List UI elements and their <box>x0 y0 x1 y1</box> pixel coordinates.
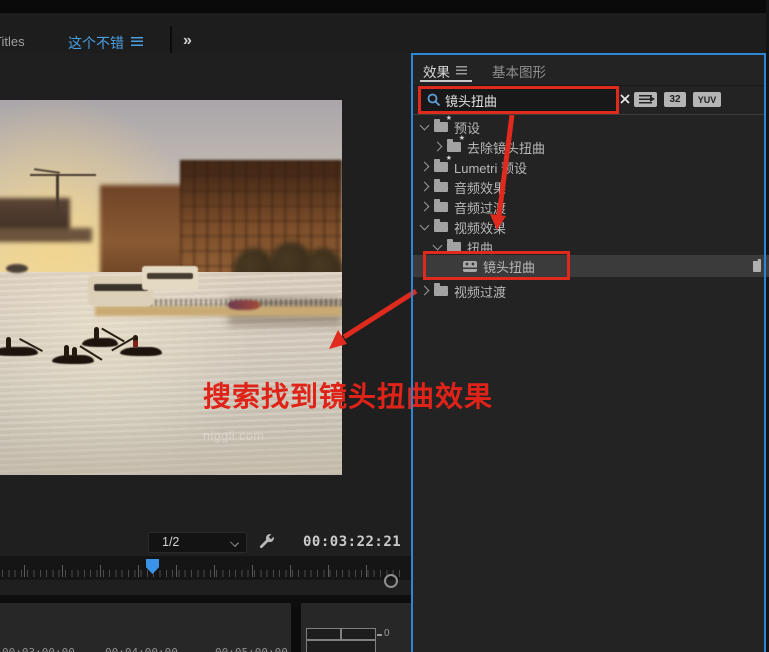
tab-active-sequence[interactable]: 这个不错 <box>68 33 124 53</box>
panel-menu-icon[interactable] <box>131 37 143 46</box>
tree-item-lens-distortion-selected[interactable]: 镜头扭曲 <box>413 255 769 277</box>
settings-wrench-icon[interactable] <box>256 532 278 550</box>
chevron-down-icon[interactable] <box>420 221 430 231</box>
tree-label: 视频过渡 <box>454 282 506 301</box>
window-top-strip <box>0 0 769 13</box>
panel-tab-bar: Titles 这个不错 » <box>0 13 769 56</box>
quay <box>95 306 342 316</box>
panel-menu-icon[interactable] <box>456 66 467 75</box>
tree-item-distort[interactable]: 扭曲 <box>413 237 769 257</box>
tree-label: 音频过渡 <box>454 198 506 217</box>
preset-bin-icon <box>447 142 461 152</box>
chevron-right-icon[interactable] <box>420 202 430 212</box>
gondolier <box>94 327 99 339</box>
meter-tick <box>377 634 382 636</box>
tree-item-remove-lens-distortion[interactable]: 去除镜头扭曲 <box>413 137 769 157</box>
chevron-right-icon[interactable] <box>420 182 430 192</box>
zoom-scroll-handle[interactable] <box>384 574 398 588</box>
timeline-ruler-label: 00:05:00:00 <box>215 646 288 652</box>
passenger <box>72 347 77 356</box>
premiere-window: Titles 这个不错 » <box>0 0 769 652</box>
tree-item-lumetri-presets[interactable]: Lumetri 预设 <box>413 157 769 177</box>
chevron-down-icon[interactable] <box>433 241 443 251</box>
vaporetto-boat <box>142 266 198 290</box>
gondolier <box>6 337 11 349</box>
monitor-timeline-ruler[interactable] <box>0 556 412 580</box>
zoom-level-select[interactable]: 1/2 <box>148 532 247 553</box>
video-preview[interactable]: niggli.com <box>0 100 342 475</box>
chevron-down-icon[interactable] <box>420 121 430 131</box>
left-dock <box>0 228 92 242</box>
crane-icon <box>30 174 96 176</box>
bin-icon <box>434 286 448 296</box>
moored-boat <box>228 300 260 310</box>
chevron-right-icon[interactable] <box>420 286 430 296</box>
program-monitor-panel: niggli.com 1/2 00:03:22:21 <box>0 53 412 600</box>
audio-meter <box>306 628 376 652</box>
tree-label: 预设 <box>454 118 480 137</box>
timeline-panel[interactable]: 00:03:00:00 00:04:00:00 00:05:00:00 <box>0 603 291 652</box>
gondola <box>82 338 118 347</box>
preset-bin-icon <box>434 162 448 172</box>
panel-seam <box>0 595 412 603</box>
active-tab-underline <box>420 80 472 82</box>
clear-search-icon[interactable] <box>620 94 642 112</box>
distant-boat <box>6 264 28 273</box>
timeline-ruler-label: 00:04:00:00 <box>105 646 178 652</box>
tab-essential-graphics[interactable]: 基本图形 <box>492 61 546 81</box>
tab-effects[interactable]: 效果 <box>423 61 450 81</box>
watermark-text: niggli.com <box>203 429 264 443</box>
tree-label: 扭曲 <box>467 238 493 257</box>
bin-icon <box>434 202 448 212</box>
search-input[interactable] <box>445 89 610 111</box>
filter-32bit-button[interactable]: 32 <box>664 92 686 107</box>
duration-timecode: 00:03:22:21 <box>303 534 401 550</box>
crane-mast <box>56 174 59 214</box>
tab-titles[interactable]: Titles <box>0 34 25 49</box>
tree-item-presets[interactable]: 预设 <box>413 117 769 137</box>
chevron-right-icon[interactable] <box>420 162 430 172</box>
audio-meter-panel: 0 <box>301 603 412 652</box>
bin-icon <box>434 182 448 192</box>
tree-item-video-transitions[interactable]: 视频过渡 <box>413 281 769 301</box>
header-seam <box>413 85 765 86</box>
ruler-ticks-major <box>24 565 402 577</box>
gondola <box>52 355 94 364</box>
tree-label: 去除镜头扭曲 <box>467 138 545 157</box>
timeline-ruler-label: 00:03:00:00 <box>2 646 75 652</box>
tree-label: Lumetri 预设 <box>454 158 527 177</box>
tab-overflow-chevron[interactable]: » <box>183 32 192 50</box>
preset-bin-icon <box>434 122 448 132</box>
tree-label: 镜头扭曲 <box>483 257 535 276</box>
tiltshift-blur <box>0 430 342 475</box>
panel-gap <box>291 603 301 652</box>
tree-label: 音频效果 <box>454 178 506 197</box>
chevron-right-icon[interactable] <box>433 142 443 152</box>
annotation-note-text: 搜索找到镜头扭曲效果 <box>203 375 493 415</box>
tree-item-audio-effects[interactable]: 音频效果 <box>413 177 769 197</box>
bin-icon <box>434 222 448 232</box>
search-icon <box>427 93 441 112</box>
accelerated-effect-badge-icon <box>753 259 761 272</box>
tree-label: 视频效果 <box>454 218 506 237</box>
filter-yuv-button[interactable]: YUV <box>693 92 721 107</box>
effects-search-box[interactable] <box>421 89 617 111</box>
bin-icon <box>447 242 461 252</box>
chevron-down-icon <box>230 538 239 547</box>
tree-item-audio-transitions[interactable]: 音频过渡 <box>413 197 769 217</box>
tree-item-video-effects[interactable]: 视频效果 <box>413 217 769 237</box>
gondolier <box>64 345 69 357</box>
gondola <box>120 347 162 356</box>
zoom-level-value: 1/2 <box>162 535 179 549</box>
search-divider <box>413 114 765 115</box>
effect-icon <box>463 261 477 272</box>
meter-zero-label: 0 <box>384 628 390 639</box>
